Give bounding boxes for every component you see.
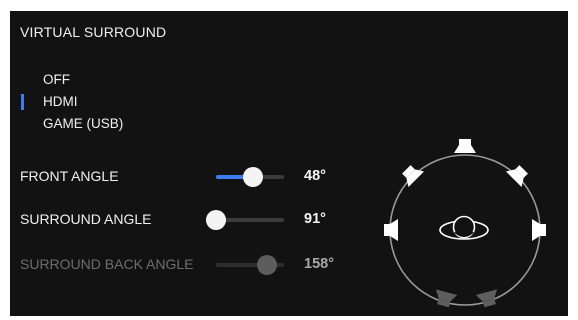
surround-back-angle-value: 158° xyxy=(304,256,334,272)
surround-back-angle-label: SURROUND BACK ANGLE xyxy=(20,256,194,272)
mode-option-game-usb[interactable]: GAME (USB) xyxy=(20,113,123,135)
front-center-speaker-icon xyxy=(454,139,476,153)
speaker-layout-diagram xyxy=(384,139,546,308)
headphones-listener-icon xyxy=(439,215,489,240)
slider-thumb xyxy=(257,255,277,275)
mode-option-hdmi[interactable]: HDMI xyxy=(20,91,123,113)
front-angle-value: 48° xyxy=(304,168,326,184)
virtual-surround-panel: VIRTUAL SURROUND OFF HDMI GAME (USB) FRO… xyxy=(10,11,568,316)
surround-angle-label: SURROUND ANGLE xyxy=(20,211,152,227)
front-angle-slider[interactable] xyxy=(216,167,284,187)
mode-label: OFF xyxy=(43,72,70,87)
mode-label: GAME (USB) xyxy=(43,116,124,131)
surround-angle-row: SURROUND ANGLE 91° xyxy=(20,205,350,235)
surround-back-right-speaker-icon xyxy=(475,289,498,308)
surround-back-angle-slider xyxy=(216,255,284,275)
section-title: VIRTUAL SURROUND xyxy=(20,24,167,40)
front-angle-label: FRONT ANGLE xyxy=(20,168,119,184)
slider-thumb[interactable] xyxy=(206,210,226,230)
surround-angle-value: 91° xyxy=(304,211,326,227)
front-angle-row: FRONT ANGLE 48° xyxy=(20,162,350,192)
slider-thumb[interactable] xyxy=(243,167,264,187)
surround-angle-slider[interactable] xyxy=(206,210,284,230)
surround-back-angle-row: SURROUND BACK ANGLE 158° xyxy=(20,250,350,280)
mode-label: HDMI xyxy=(43,94,78,109)
mode-option-off[interactable]: OFF xyxy=(20,69,123,91)
front-left-speaker-icon xyxy=(402,165,425,188)
mode-list: OFF HDMI GAME (USB) xyxy=(20,69,123,135)
selected-indicator xyxy=(21,94,24,110)
front-right-speaker-icon xyxy=(505,165,528,188)
